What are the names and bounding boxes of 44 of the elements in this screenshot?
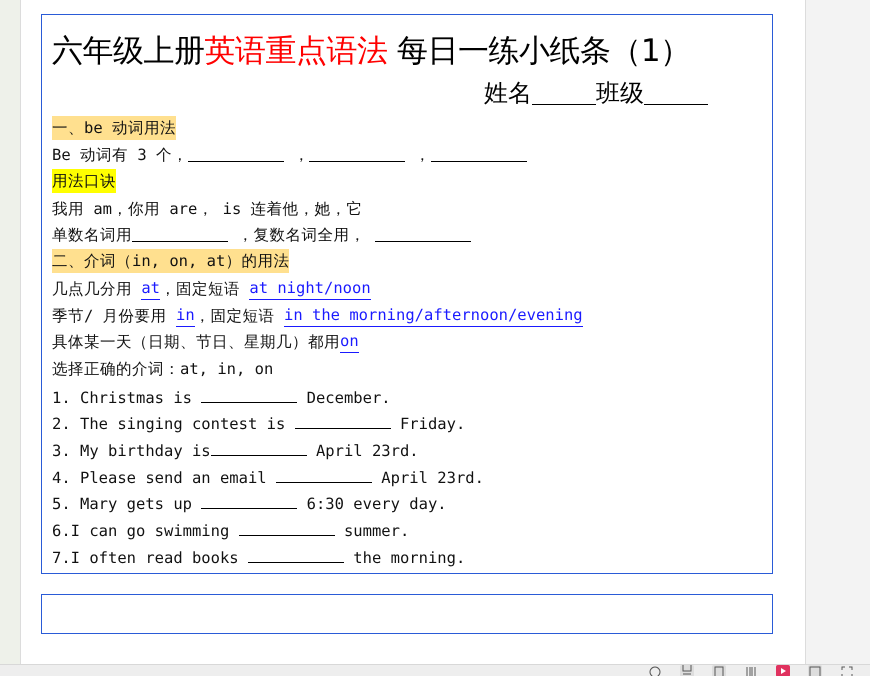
section-heading: 二、介词（in, on, at）的用法 — [52, 249, 290, 274]
line-text: the morning. — [352, 548, 466, 567]
line-text: 4. Please send an email — [52, 468, 268, 487]
line-text: 6:30 every day. — [306, 495, 447, 514]
line-text: summer. — [342, 522, 410, 540]
line-text: ，固定短语 — [194, 306, 276, 326]
line-text: April 23rd. — [380, 468, 484, 487]
single-page-icon[interactable] — [712, 665, 726, 676]
help-icon[interactable] — [648, 665, 662, 676]
field-label: 姓名 — [484, 78, 532, 109]
answer-text: at — [141, 276, 160, 300]
line-text: 具体某一天（日期、节日、星期几）都用 — [52, 332, 340, 354]
line-text: 我用 am，你用 are， is 连着他，她，它 — [52, 198, 363, 220]
line-text: 3. My birthday is — [52, 442, 211, 460]
line-text: April 23rd. — [314, 442, 419, 460]
line-text: 几点几分用 — [52, 278, 133, 300]
line-text: December. — [306, 388, 391, 407]
line-text: 季节/ 月份要用 — [52, 306, 168, 326]
web-layout-icon[interactable] — [808, 665, 822, 676]
answer-text: in — [176, 304, 195, 326]
page-view-icon[interactable] — [680, 665, 694, 676]
line-text: 选择正确的介词：at, in, on — [52, 358, 274, 380]
line-text: Friday. — [398, 415, 466, 434]
line-text: 1. Christmas is — [52, 388, 193, 407]
line-text: 7.I often read books — [52, 548, 240, 567]
line-text: ， — [292, 145, 310, 166]
line-text: 单数名词用 — [52, 225, 132, 246]
section-heading: 用法口诀 — [52, 169, 116, 194]
field-label: 班级 — [596, 78, 644, 109]
answer-text: at night/noon — [249, 276, 371, 300]
line-text: 5. Mary gets up — [52, 495, 193, 514]
answer-text: on — [340, 330, 359, 354]
line-text: 2. The singing contest is — [52, 415, 286, 434]
two-page-icon[interactable] — [744, 665, 758, 676]
fullscreen-icon[interactable] — [840, 665, 854, 676]
line-text: ，复数名词全用， — [236, 225, 366, 246]
worksheet-title: 六年级上册英语重点语法 每日一练小纸条（1） — [52, 32, 692, 71]
line-text: Be 动词有 3 个， — [52, 145, 188, 166]
line-text: ，固定短语 — [160, 278, 242, 300]
line-text: 6.I can go swimming — [52, 522, 230, 540]
play-icon[interactable] — [776, 665, 790, 676]
line-text: ， — [414, 145, 431, 166]
answer-text: in the morning/afternoon/evening — [284, 304, 583, 326]
section-heading: 一、be 动词用法 — [52, 116, 176, 140]
